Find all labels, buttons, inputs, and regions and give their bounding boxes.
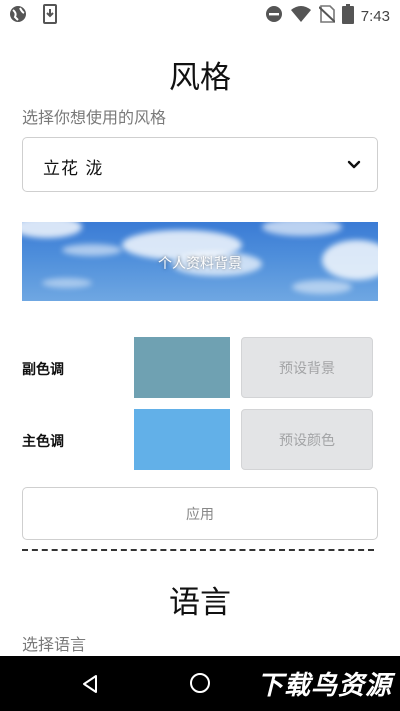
- watermark-logo: 下载鸟资源: [256, 671, 392, 701]
- preset-background-button[interactable]: 预设背景: [241, 337, 373, 398]
- secondary-color-swatch[interactable]: [134, 337, 230, 398]
- style-dropdown[interactable]: 立花 泷: [22, 137, 378, 192]
- status-bar: 7:43: [0, 0, 400, 28]
- selected-style-value: 立花 泷: [43, 159, 104, 179]
- clock: 7:43: [360, 7, 390, 25]
- apply-button[interactable]: 应用: [22, 487, 378, 540]
- vpn-globe-icon: [8, 4, 28, 28]
- home-icon[interactable]: [190, 673, 210, 693]
- wifi-icon: [290, 5, 312, 27]
- profile-background-preview[interactable]: 个人资料背景: [22, 222, 378, 301]
- style-subtitle: 选择你想使用的风格: [22, 108, 167, 127]
- section-divider: [22, 549, 374, 551]
- style-title: 风格: [169, 60, 231, 96]
- secondary-color-label: 副色调: [22, 362, 64, 378]
- back-icon[interactable]: [80, 674, 100, 698]
- language-title: 语言: [169, 585, 231, 621]
- navigation-bar: 下载鸟资源: [0, 656, 400, 711]
- chevron-down-icon: [347, 157, 361, 176]
- primary-color-label: 主色调: [22, 434, 64, 450]
- primary-color-swatch[interactable]: [134, 409, 230, 470]
- do-not-disturb-icon: [265, 5, 283, 27]
- download-icon: [42, 4, 58, 28]
- banner-label: 个人资料背景: [158, 256, 242, 272]
- language-subtitle: 选择语言: [22, 635, 87, 654]
- no-sim-icon: [318, 5, 336, 27]
- preset-color-button[interactable]: 预设颜色: [241, 409, 373, 470]
- battery-icon: [341, 4, 354, 28]
